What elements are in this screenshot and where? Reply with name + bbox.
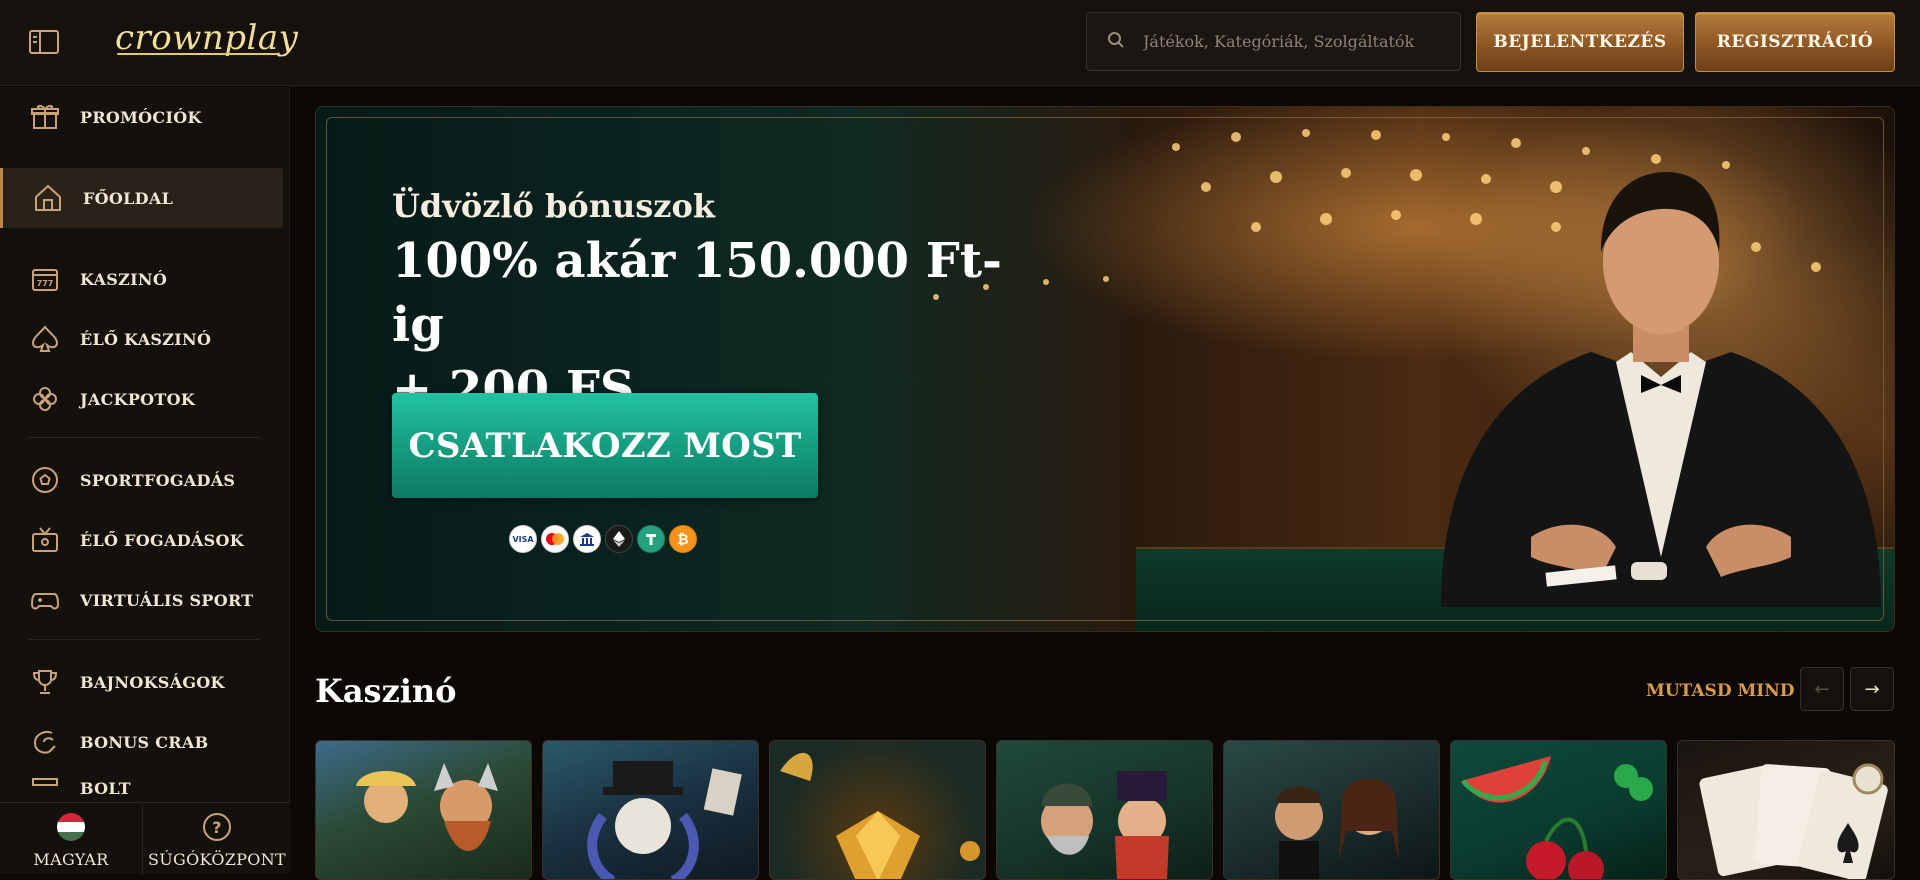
visa-icon: VISA — [509, 525, 537, 553]
sidebar-item-label: BOLT — [80, 779, 131, 798]
sidebar-item-label: KASZINÓ — [80, 269, 168, 289]
bank-icon — [573, 525, 601, 553]
search-icon — [1107, 31, 1125, 53]
trophy-icon — [28, 665, 62, 699]
sidebar-footer: MAGYAR ? SÚGÓKÖZPONT — [0, 802, 290, 875]
dealer-illustration — [1441, 172, 1881, 607]
help-center-button[interactable]: ? SÚGÓKÖZPONT — [144, 803, 290, 875]
sidebar-item-label: PROMÓCIÓK — [80, 107, 202, 127]
soccer-ball-icon — [28, 463, 62, 497]
game-card[interactable] — [769, 740, 986, 880]
sidebar-item-label: BONUS CRAB — [80, 732, 209, 752]
claw-icon — [28, 725, 62, 759]
sidebar-item-label: VIRTUÁLIS SPORT — [80, 590, 254, 610]
arrow-right-icon: → — [1864, 678, 1880, 700]
logo-underline — [117, 53, 279, 55]
carousel-next-button[interactable]: → — [1850, 667, 1894, 711]
spade-icon — [28, 322, 62, 356]
help-label: SÚGÓKÖZPONT — [148, 850, 286, 869]
slot-machine-icon: 777 — [28, 262, 62, 296]
logo[interactable]: crownplay — [115, 18, 298, 58]
sidebar-item-sports-betting[interactable]: SPORTFOGADÁS — [0, 450, 283, 510]
gift-icon — [28, 100, 62, 134]
arrow-left-icon: ← — [1814, 678, 1830, 700]
bitcoin-icon: ₿ — [669, 525, 697, 553]
game-card[interactable] — [1450, 740, 1667, 880]
clover-icon — [28, 382, 62, 416]
game-thumbnail — [1461, 756, 1653, 879]
game-card[interactable] — [315, 740, 532, 880]
game-card[interactable] — [1677, 740, 1895, 880]
game-card[interactable] — [542, 740, 759, 880]
home-icon — [31, 181, 65, 215]
shop-icon — [28, 772, 62, 802]
sidebar-item-label: SPORTFOGADÁS — [80, 470, 236, 490]
promo-banner[interactable]: Üdvözlő bónuszok 100% akár 150.000 Ft-ig… — [315, 106, 1895, 632]
section-title-casino: Kaszinó — [315, 672, 457, 710]
tether-icon — [637, 525, 665, 553]
sidebar-item-label: ÉLŐ KASZINÓ — [80, 329, 212, 349]
sidebar-item-label: BAJNOKSÁGOK — [80, 672, 225, 692]
game-thumbnail — [780, 752, 980, 879]
sidebar-toggle-icon[interactable] — [28, 28, 60, 56]
sidebar-item-label: ÉLŐ FOGADÁSOK — [80, 530, 244, 550]
sidebar-item-tournaments[interactable]: BAJNOKSÁGOK — [0, 652, 283, 712]
gamepad-icon — [28, 583, 62, 617]
sidebar-item-label: FŐOLDAL — [83, 188, 174, 208]
search-input[interactable] — [1143, 32, 1423, 51]
help-icon: ? — [202, 812, 232, 846]
svg-text:?: ? — [212, 818, 222, 837]
sidebar-divider — [28, 639, 260, 640]
top-header: crownplay BEJELENTKEZÉS REGISZTRÁCIÓ — [0, 0, 1920, 86]
hungary-flag-icon — [56, 812, 86, 846]
sidebar-item-home[interactable]: FŐOLDAL — [0, 168, 283, 228]
sidebar-item-live-betting[interactable]: ÉLŐ FOGADÁSOK — [0, 510, 283, 570]
banner-subtitle: Üdvözlő bónuszok — [392, 187, 715, 225]
search-bar[interactable] — [1086, 12, 1461, 71]
sidebar-item-casino[interactable]: 777 KASZINÓ — [0, 249, 283, 309]
language-selector[interactable]: MAGYAR — [0, 803, 143, 875]
language-label: MAGYAR — [33, 850, 109, 869]
sidebar-item-jackpots[interactable]: JACKPOTOK — [0, 369, 283, 429]
login-button[interactable]: BEJELENTKEZÉS — [1476, 12, 1684, 72]
sidebar-divider — [28, 437, 260, 438]
payment-methods: VISA ₿ — [509, 525, 697, 553]
game-thumbnail — [1699, 763, 1888, 879]
svg-text:777: 777 — [37, 279, 54, 288]
sidebar-item-virtual-sport[interactable]: VIRTUÁLIS SPORT — [0, 570, 283, 630]
sidebar-item-promotions[interactable]: PROMÓCIÓK — [0, 87, 283, 147]
register-button[interactable]: REGISZTRÁCIÓ — [1695, 12, 1895, 72]
mastercard-icon — [541, 525, 569, 553]
sidebar-item-live-casino[interactable]: ÉLŐ KASZINÓ — [0, 309, 283, 369]
join-now-button[interactable]: CSATLAKOZZ MOST — [392, 393, 818, 498]
ethereum-icon — [605, 525, 633, 553]
banner-title-line1: 100% akár 150.000 Ft-ig — [392, 233, 1002, 353]
show-all-link[interactable]: MUTASD MIND — [1646, 681, 1795, 701]
game-thumbnail — [356, 763, 498, 851]
sidebar: PROMÓCIÓK FŐOLDAL 777 KASZINÓ ÉLŐ KASZIN… — [0, 87, 290, 875]
sidebar-item-shop[interactable]: BOLT — [0, 772, 283, 802]
game-card[interactable] — [996, 740, 1213, 880]
game-card[interactable] — [1223, 740, 1440, 880]
carousel-prev-button[interactable]: ← — [1800, 667, 1844, 711]
game-thumbnail — [1041, 771, 1169, 879]
sidebar-item-bonus-crab[interactable]: BONUS CRAB — [0, 712, 283, 772]
game-thumbnail — [1275, 778, 1399, 879]
live-tv-icon — [28, 523, 62, 557]
sidebar-item-label: JACKPOTOK — [80, 389, 196, 409]
game-thumbnail — [587, 761, 742, 879]
